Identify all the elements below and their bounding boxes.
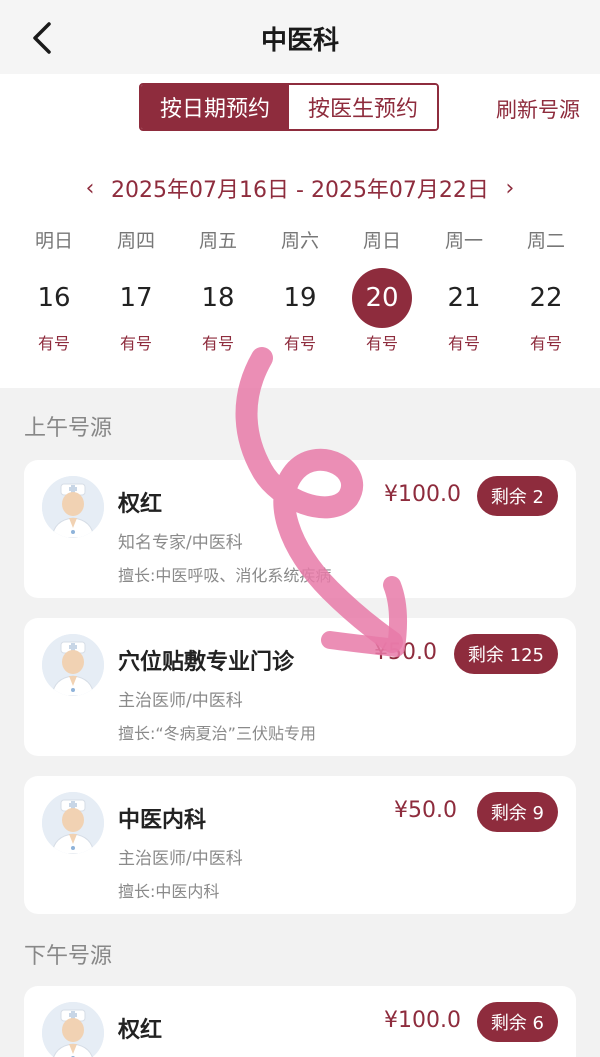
day-item[interactable]: 周四 17 有号	[104, 226, 168, 354]
afternoon-section-title: 下午号源	[24, 944, 113, 969]
day-weekday: 明日	[34, 230, 73, 252]
doctor-card[interactable]: 中医内科 主治医师/中医科 擅长:中医内科 ¥50.0 剩余 9	[24, 776, 576, 914]
doctor-specialty: 擅长:中医内科	[118, 882, 220, 901]
doctor-avatar-icon	[42, 634, 104, 696]
booking-mode-toggle: 按日期预约 按医生预约	[139, 83, 439, 131]
day-item[interactable]: 明日 16 有号	[22, 226, 86, 354]
tab-by-doctor[interactable]: 按医生预约	[289, 85, 437, 129]
day-item[interactable]: 周一 21 有号	[432, 226, 496, 354]
day-availability: 有号	[201, 334, 234, 353]
day-number: 20	[352, 268, 412, 328]
prev-week-button[interactable]: ‹	[81, 176, 99, 201]
top-bar: 中医科	[0, 0, 600, 74]
page-title: 中医科	[260, 26, 339, 56]
remaining-slots-button[interactable]: 剩余 6	[476, 1002, 558, 1042]
day-weekday: 周日	[362, 230, 401, 252]
doctor-price: ¥100.0	[384, 1008, 461, 1033]
day-number: 18	[201, 283, 235, 313]
day-item[interactable]: 周六 19 有号	[268, 226, 332, 354]
day-availability: 有号	[365, 334, 398, 353]
day-availability: 有号	[283, 334, 316, 353]
doctor-title: 主治医师/中医科	[118, 691, 243, 711]
tab-by-date[interactable]: 按日期预约	[141, 85, 289, 129]
remaining-slots-button[interactable]: 剩余 9	[476, 792, 558, 832]
refresh-slots-button[interactable]: 刷新号源	[496, 94, 580, 124]
day-weekday: 周六	[280, 230, 319, 252]
day-item[interactable]: 周五 18 有号	[186, 226, 250, 354]
day-number: 22	[529, 283, 563, 313]
doctor-title: 知名专家/中医科	[118, 533, 243, 553]
doctor-name: 穴位贴敷专业门诊	[118, 650, 295, 675]
doctor-specialty: 擅长:“冬病夏治”三伏贴专用	[118, 724, 316, 743]
day-availability: 有号	[119, 334, 152, 353]
day-selector: 明日 16 有号 周四 17 有号 周五 18 有号 周六 19 有号 周日 2…	[22, 226, 578, 354]
day-number: 19	[283, 283, 317, 313]
day-number: 16	[37, 283, 71, 313]
doctor-price: ¥100.0	[384, 482, 461, 507]
day-weekday: 周五	[198, 230, 237, 252]
day-number: 21	[447, 283, 481, 313]
day-item[interactable]: 周二 22 有号	[514, 226, 578, 354]
doctor-avatar-icon	[42, 476, 104, 538]
doctor-avatar-icon	[42, 792, 104, 854]
next-week-button[interactable]: ›	[501, 176, 519, 201]
remaining-slots-button[interactable]: 剩余 125	[453, 634, 558, 674]
day-availability: 有号	[529, 334, 562, 353]
day-availability: 有号	[37, 334, 70, 353]
date-range-row: ‹ 2025年07月16日 - 2025年07月22日 ›	[0, 172, 600, 204]
morning-section-title: 上午号源	[24, 416, 113, 441]
doctor-name: 权红	[118, 1018, 163, 1043]
doctor-card[interactable]: 权红 知名专家/中医科 擅长:中医呼吸、消化系统疾病 ¥100.0 剩余 2	[24, 460, 576, 598]
day-weekday: 周四	[116, 230, 155, 252]
day-availability: 有号	[447, 334, 480, 353]
doctor-name: 权红	[118, 492, 163, 517]
day-item-selected[interactable]: 周日 20 有号	[350, 226, 414, 354]
doctor-specialty: 擅长:中医呼吸、消化系统疾病	[118, 566, 332, 585]
day-weekday: 周一	[444, 230, 483, 252]
doctor-price: ¥50.0	[394, 798, 457, 823]
doctor-card[interactable]: 权红 ¥100.0 剩余 6	[24, 986, 576, 1057]
date-range-label: 2025年07月16日 - 2025年07月22日	[111, 178, 489, 203]
doctor-avatar-icon	[42, 1002, 104, 1057]
remaining-slots-button[interactable]: 剩余 2	[476, 476, 558, 516]
doctor-price: ¥50.0	[374, 640, 437, 665]
day-weekday: 周二	[526, 230, 565, 252]
doctor-title: 主治医师/中医科	[118, 849, 243, 869]
doctor-name: 中医内科	[118, 808, 207, 833]
doctor-card[interactable]: 穴位贴敷专业门诊 主治医师/中医科 擅长:“冬病夏治”三伏贴专用 ¥50.0 剩…	[24, 618, 576, 756]
day-number: 17	[119, 283, 153, 313]
